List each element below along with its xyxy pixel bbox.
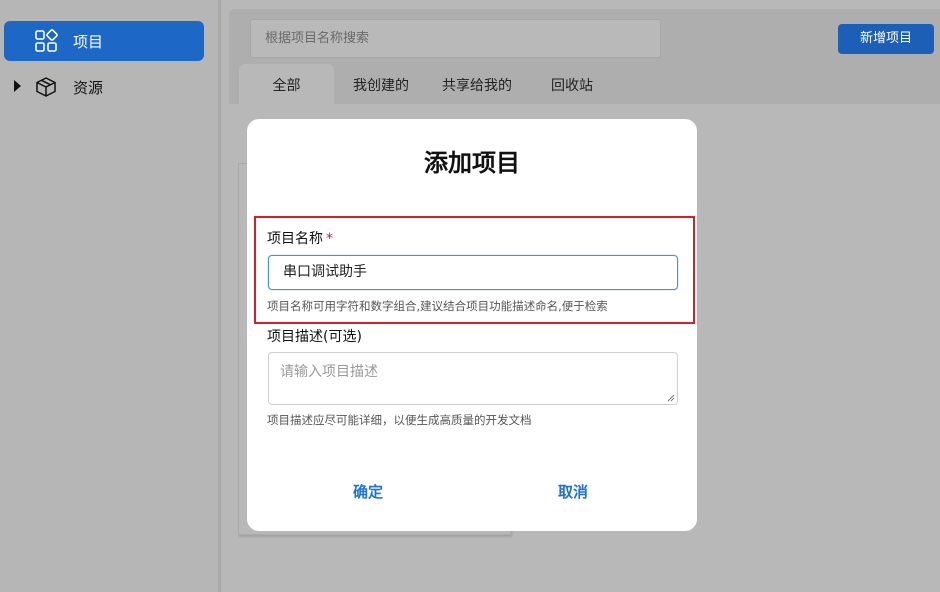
caret-right-icon[interactable] — [14, 80, 21, 92]
tab-shared-with-me[interactable]: 共享给我的 — [432, 64, 522, 104]
project-description-textarea[interactable]: 请输入项目描述 — [268, 352, 678, 405]
search-input[interactable]: 根据项目名称搜索 — [250, 19, 661, 58]
confirm-button[interactable]: 确定 — [353, 481, 383, 502]
resize-grip-icon[interactable] — [667, 394, 675, 402]
project-name-hint: 项目名称可用字符和数字组合,建议结合项目功能描述命名,便于检索 — [267, 299, 608, 313]
grid-apps-icon — [35, 29, 58, 52]
project-name-label-text: 项目名称 — [267, 231, 323, 247]
tab-created-by-me[interactable]: 我创建的 — [345, 64, 417, 104]
new-project-button[interactable]: 新增项目 — [838, 24, 934, 54]
sidebar-item-resources[interactable]: 资源 — [4, 67, 204, 107]
sidebar-item-label: 项目 — [73, 32, 104, 51]
description-placeholder: 请输入项目描述 — [280, 364, 378, 380]
sidebar-item-projects[interactable]: 项目 — [4, 21, 204, 61]
sidebar: 项目 资源 — [0, 0, 218, 592]
add-project-dialog: 添加项目 项目名称 * 串口调试助手 项目名称可用字符和数字组合,建议结合项目功能… — [247, 119, 697, 531]
sidebar-divider[interactable] — [218, 0, 221, 592]
required-mark: * — [326, 231, 333, 247]
dialog-title: 添加项目 — [424, 149, 520, 177]
project-name-label: 项目名称 * — [267, 228, 333, 248]
project-name-input[interactable]: 串口调试助手 — [268, 255, 678, 290]
tab-recycle-bin[interactable]: 回收站 — [540, 64, 604, 104]
box-icon — [36, 77, 56, 97]
project-description-hint: 项目描述应尽可能详细，以便生成高质量的开发文档 — [267, 413, 532, 427]
tab-all[interactable]: 全部 — [239, 64, 334, 104]
sidebar-item-label: 资源 — [73, 78, 104, 97]
project-description-label: 项目描述(可选) — [267, 329, 362, 345]
cancel-button[interactable]: 取消 — [558, 481, 588, 502]
